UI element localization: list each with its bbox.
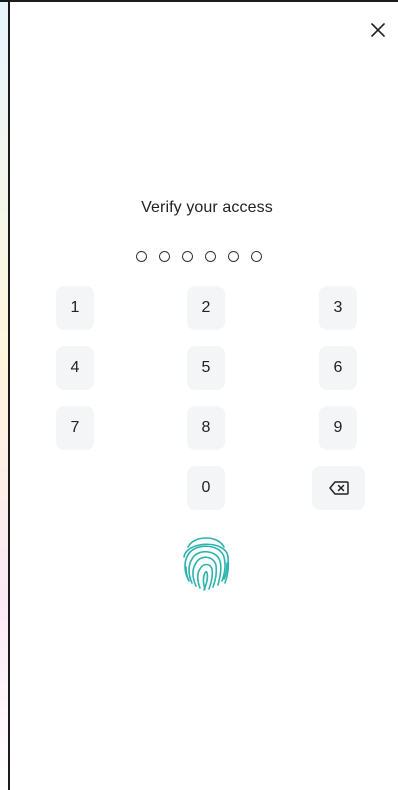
backspace-button[interactable] <box>312 466 365 510</box>
pin-dot <box>205 251 216 262</box>
key-3[interactable]: 3 <box>319 286 357 330</box>
close-icon <box>371 23 385 37</box>
key-6[interactable]: 6 <box>319 346 357 390</box>
top-border <box>0 0 398 2</box>
key-7[interactable]: 7 <box>56 406 94 450</box>
pin-indicator <box>136 251 262 262</box>
pin-dot <box>182 251 193 262</box>
close-button[interactable] <box>366 18 390 42</box>
page-title: Verify your access <box>141 199 273 216</box>
backspace-icon <box>328 481 349 495</box>
key-5[interactable]: 5 <box>187 346 225 390</box>
pin-dot <box>136 251 147 262</box>
key-1[interactable]: 1 <box>56 286 94 330</box>
key-4[interactable]: 4 <box>56 346 94 390</box>
pin-dot <box>251 251 262 262</box>
left-edge-decoration <box>0 0 8 790</box>
pin-dot <box>159 251 170 262</box>
left-border <box>8 0 10 790</box>
fingerprint-icon <box>183 537 230 591</box>
verify-screen: Verify your access 1 2 3 4 5 6 7 8 9 0 <box>0 0 398 790</box>
key-2[interactable]: 2 <box>187 286 225 330</box>
key-8[interactable]: 8 <box>187 406 225 450</box>
pin-dot <box>228 251 239 262</box>
fingerprint-button[interactable] <box>178 529 234 593</box>
key-0[interactable]: 0 <box>187 466 225 510</box>
key-9[interactable]: 9 <box>319 406 357 450</box>
